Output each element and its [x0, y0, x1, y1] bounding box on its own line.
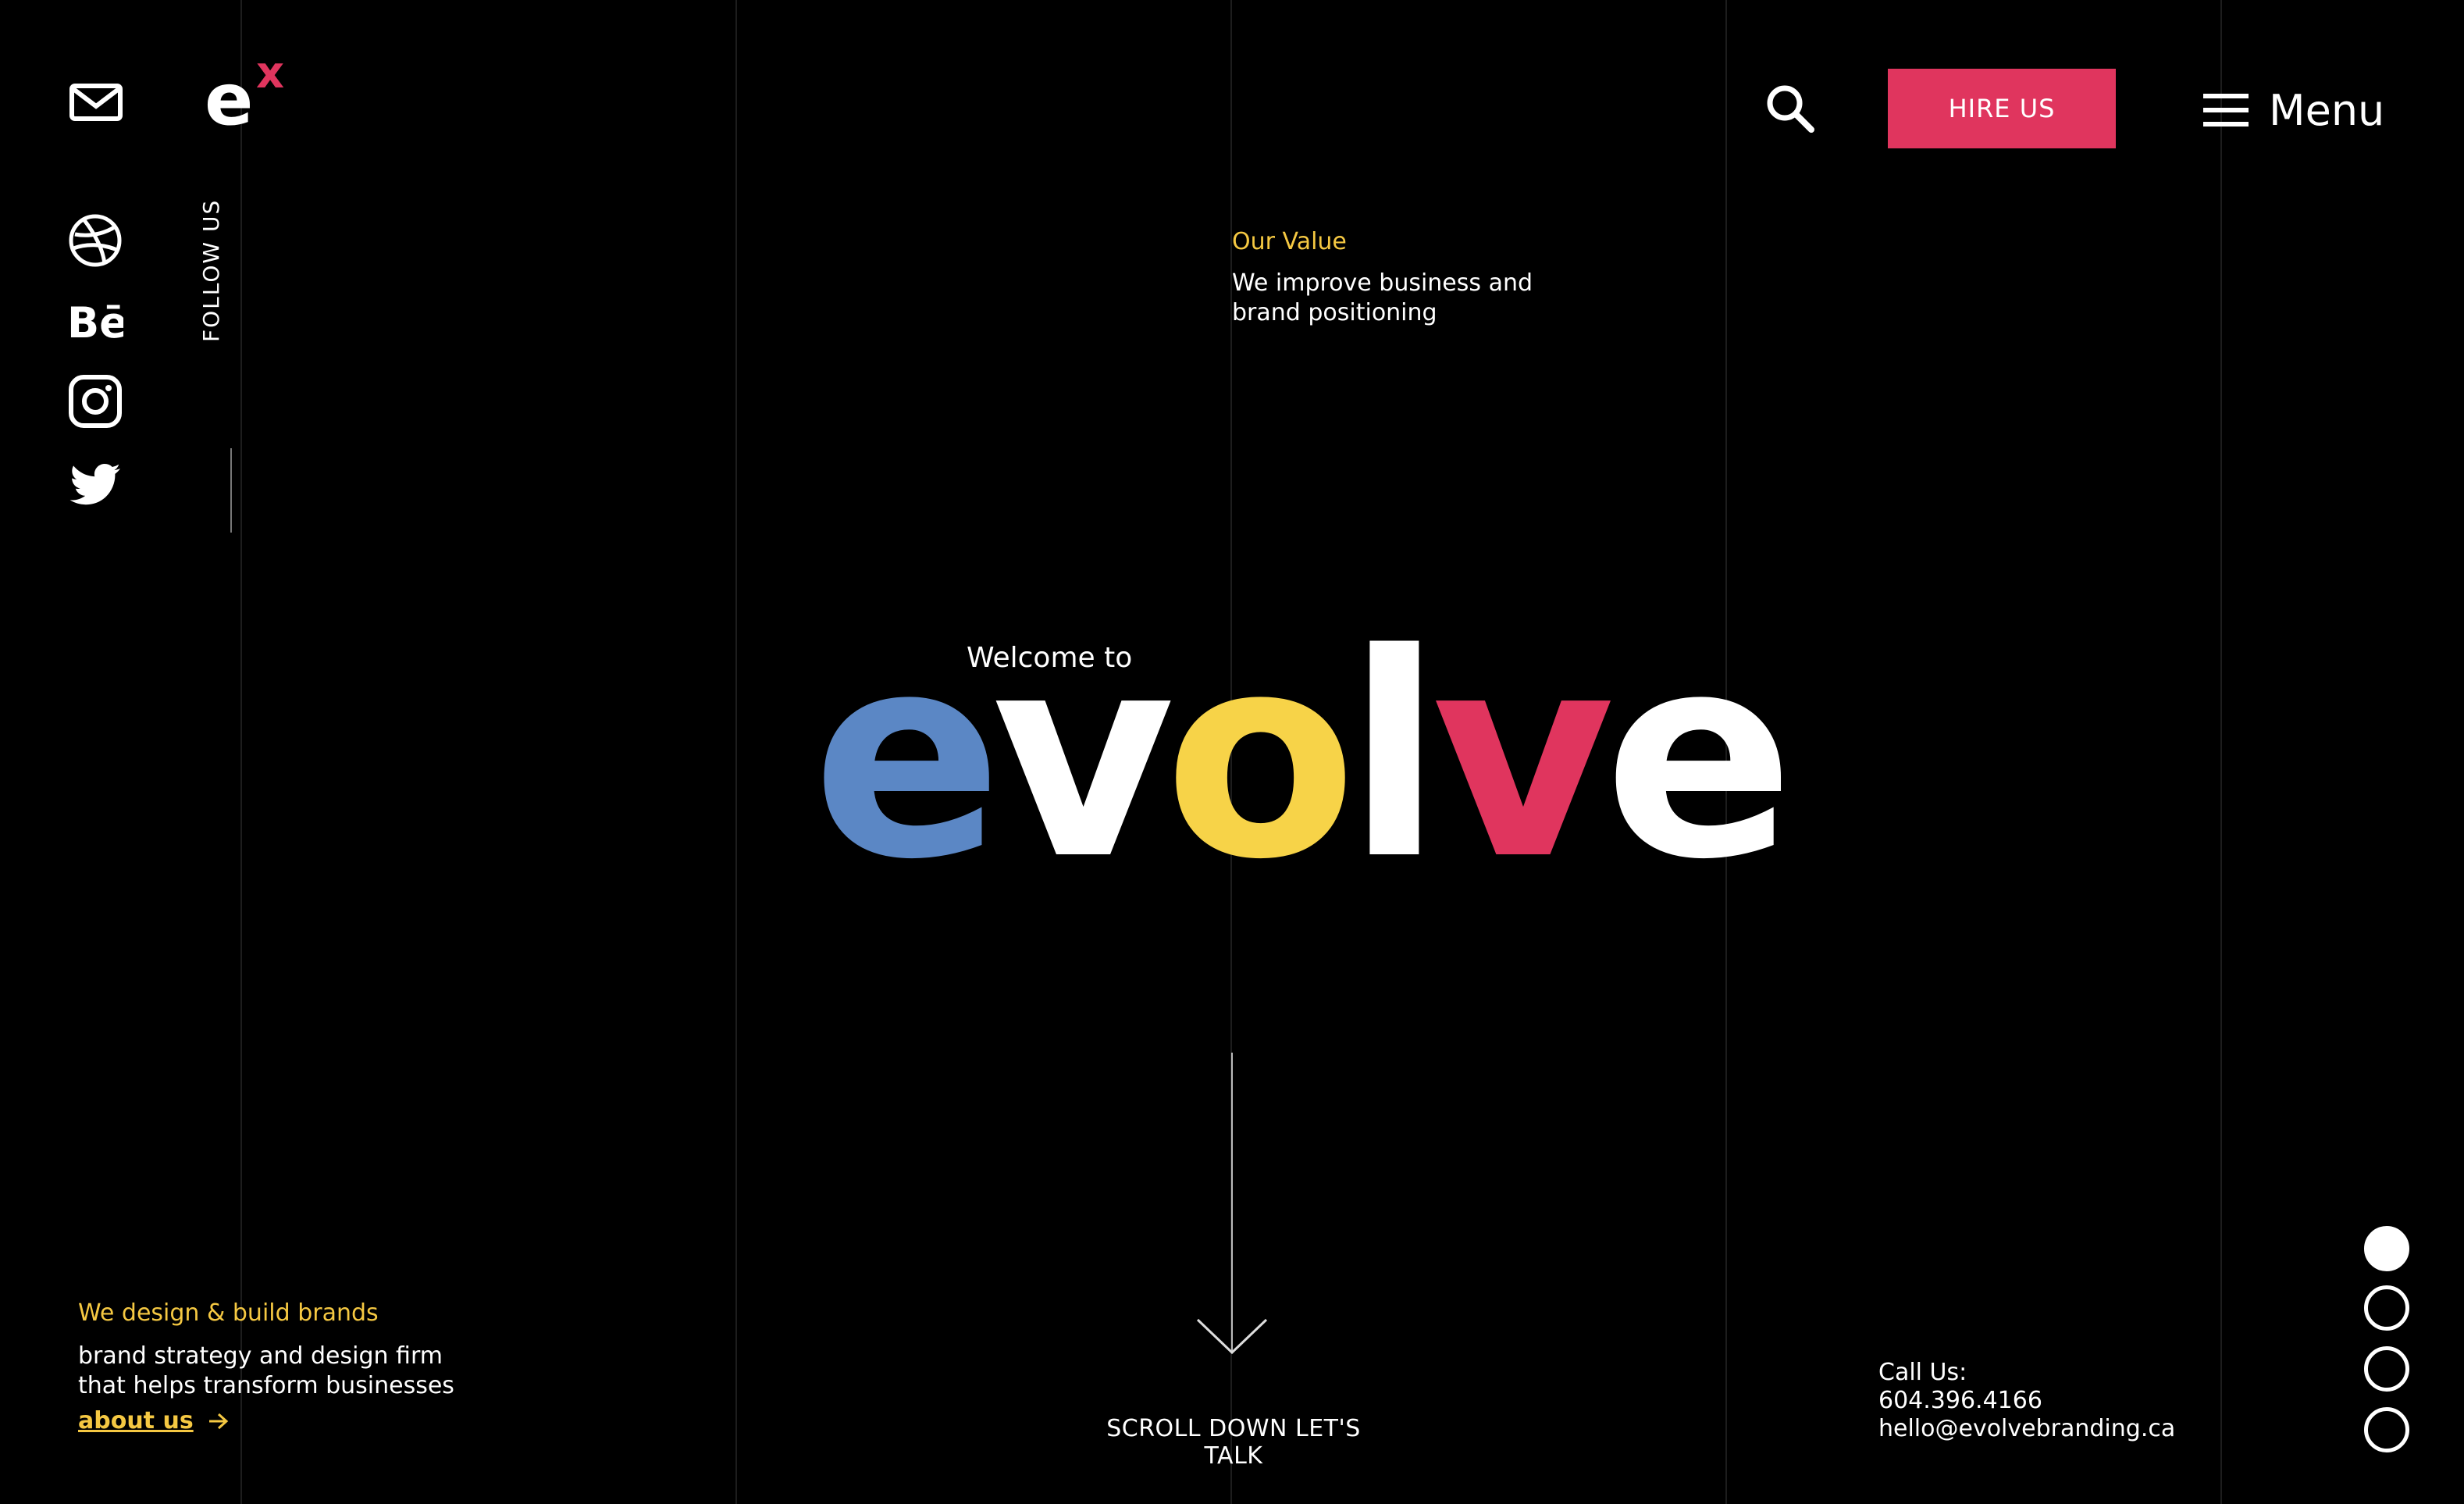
- instagram-icon[interactable]: [67, 373, 123, 429]
- value-title: Our Value: [1232, 228, 1347, 255]
- logo-letter: e: [205, 58, 254, 141]
- hero-wordmark: evolve: [812, 593, 1794, 921]
- about-us-link[interactable]: about us: [78, 1407, 230, 1435]
- arrow-down-icon[interactable]: [1196, 1318, 1268, 1356]
- logo-superscript: x: [256, 48, 285, 98]
- menu-button[interactable]: Menu: [2202, 81, 2384, 139]
- grid-line: [2220, 0, 2222, 1504]
- pagination-dot[interactable]: [2364, 1226, 2409, 1271]
- about-us-label: about us: [78, 1407, 194, 1435]
- pagination-dot[interactable]: [2364, 1285, 2409, 1331]
- brand-logo[interactable]: e x: [205, 52, 290, 141]
- pagination-dot[interactable]: [2364, 1407, 2409, 1452]
- follow-us-label: FOLLOW US: [198, 198, 224, 342]
- scroll-down-label[interactable]: SCROLL DOWN LET'S TALK: [1077, 1415, 1390, 1470]
- value-description: We improve business and brand positionin…: [1232, 269, 1533, 326]
- arrow-right-icon: [208, 1413, 228, 1429]
- scroll-line: [1231, 1053, 1233, 1351]
- design-title: We design & build brands: [78, 1299, 379, 1327]
- hero-letter: v: [992, 593, 1175, 921]
- grid-line: [240, 0, 242, 1504]
- design-description: brand strategy and design firm that help…: [78, 1342, 484, 1401]
- contact-email[interactable]: hello@evolvebranding.ca: [1878, 1415, 2175, 1443]
- svg-text:Bē: Bē: [67, 298, 123, 347]
- behance-icon[interactable]: Bē: [67, 294, 128, 350]
- hire-us-button[interactable]: HIRE US: [1888, 69, 2116, 148]
- hamburger-icon: [2203, 94, 2249, 127]
- dribbble-icon[interactable]: [67, 212, 123, 269]
- menu-label: Menu: [2269, 85, 2385, 135]
- mail-icon[interactable]: [69, 75, 123, 130]
- follow-divider: [230, 448, 232, 533]
- contact-block: Call Us: 604.396.4166 hello@evolvebrandi…: [1878, 1359, 2175, 1443]
- hero-letter: l: [1346, 593, 1442, 921]
- design-description-line: that helps transform businesses: [78, 1372, 454, 1399]
- design-description-line: brand strategy and design firm: [78, 1342, 443, 1370]
- hero-letter: e: [1604, 593, 1794, 921]
- search-icon[interactable]: [1763, 81, 1818, 136]
- contact-label: Call Us:: [1878, 1359, 1967, 1386]
- pagination-dot[interactable]: [2364, 1346, 2409, 1392]
- hero-letter: o: [1163, 593, 1357, 921]
- hero-letter: v: [1431, 593, 1615, 921]
- contact-phone[interactable]: 604.396.4166: [1878, 1387, 2175, 1415]
- grid-line: [735, 0, 737, 1504]
- twitter-icon[interactable]: [67, 458, 123, 514]
- hero-letter: e: [812, 593, 1002, 921]
